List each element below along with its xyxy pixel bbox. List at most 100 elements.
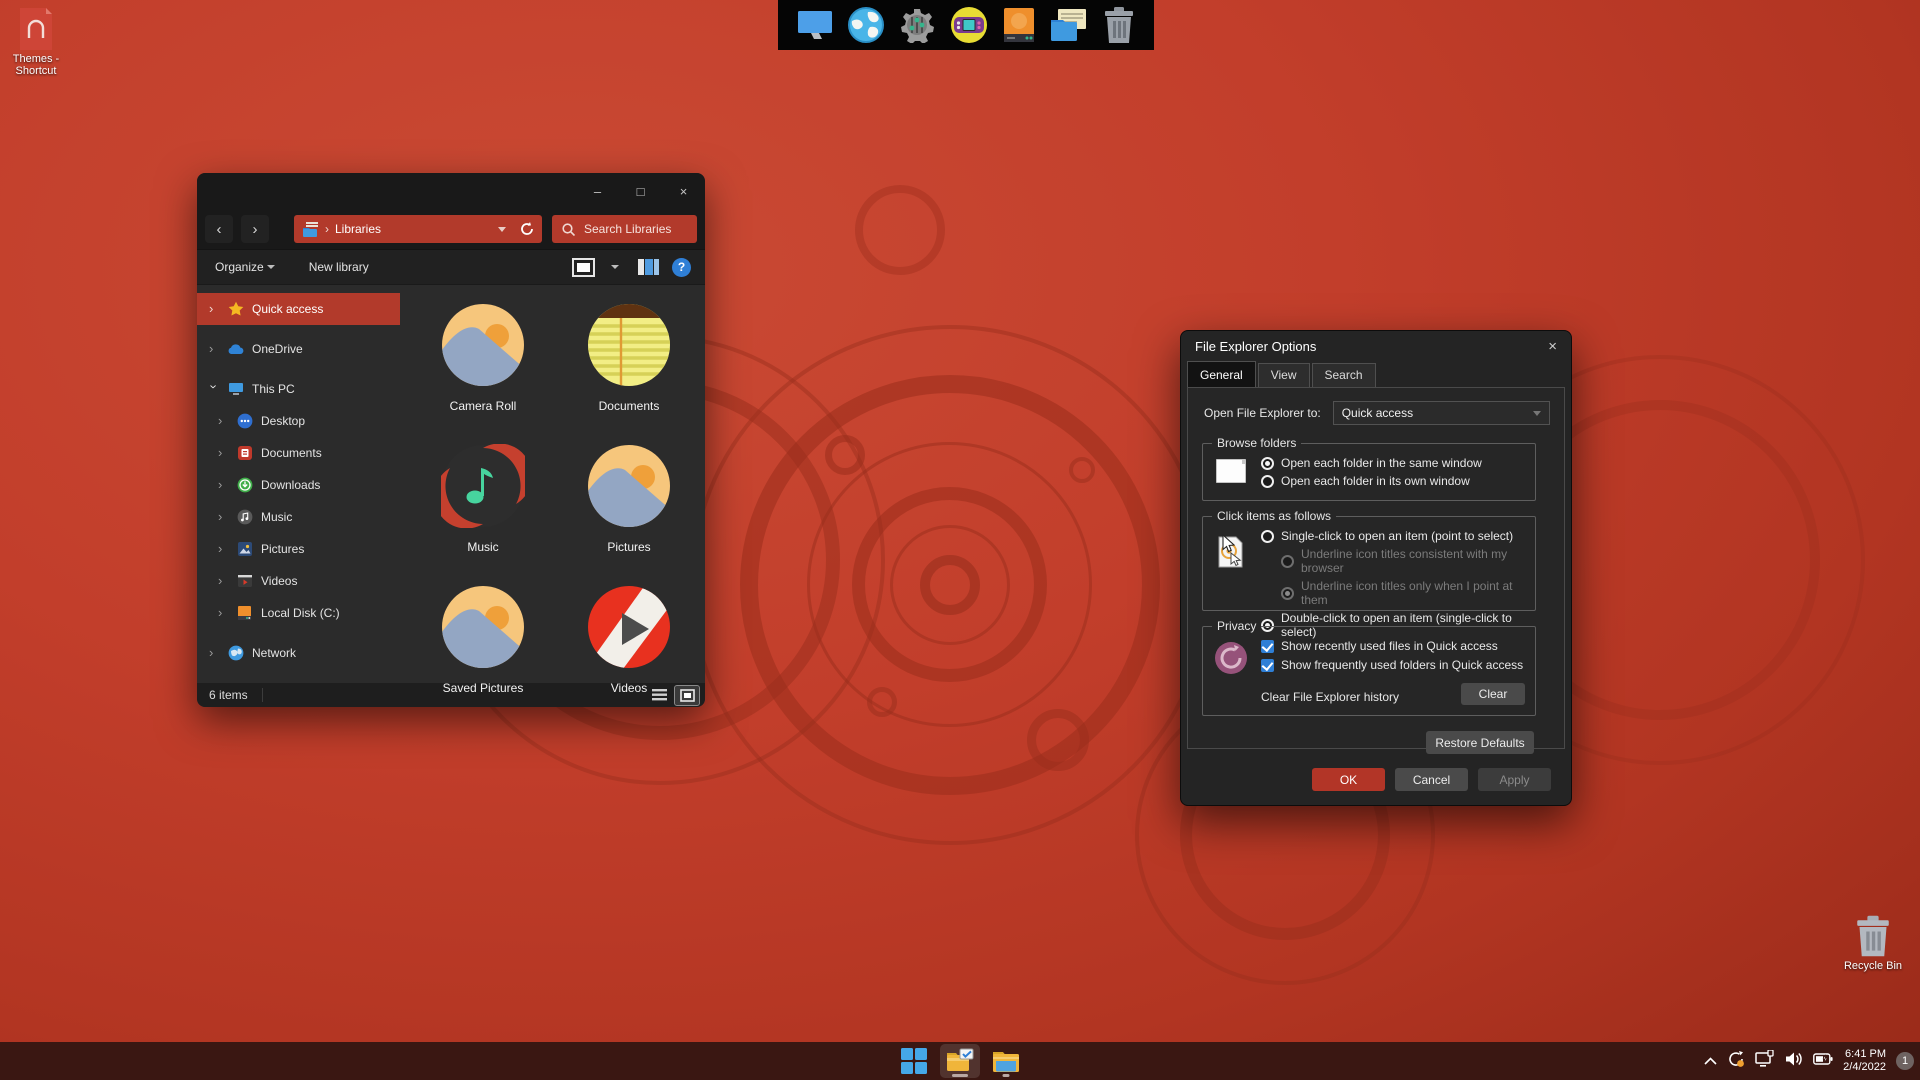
- trash-icon[interactable]: [1103, 7, 1135, 43]
- sidebar-item-music[interactable]: › Music: [197, 501, 400, 533]
- search-input[interactable]: Search Libraries: [552, 215, 697, 243]
- notification-badge[interactable]: 1: [1896, 1052, 1914, 1070]
- change-view-button[interactable]: [572, 257, 595, 277]
- folder-tile-camera-roll[interactable]: Camera Roll: [410, 303, 556, 413]
- radio-label: Open each folder in its own window: [1281, 474, 1470, 488]
- clock-time: 6:41 PM: [1845, 1048, 1886, 1060]
- radio-own-window[interactable]: Open each folder in its own window: [1261, 474, 1482, 488]
- camera-roll-icon: [441, 303, 525, 390]
- sidebar-item-label: Videos: [261, 574, 298, 588]
- forward-button[interactable]: ›: [241, 215, 269, 243]
- games-icon[interactable]: [950, 6, 988, 44]
- folder-tile-music[interactable]: Music: [410, 443, 556, 554]
- desktop-icon: [236, 413, 253, 430]
- chevron-right-icon[interactable]: ›: [218, 541, 228, 556]
- volume-icon[interactable]: [1785, 1051, 1803, 1072]
- browse-folders-group: Browse folders Open each folder in the s…: [1202, 436, 1536, 501]
- chevron-right-icon[interactable]: ›: [218, 413, 228, 428]
- cancel-button[interactable]: Cancel: [1395, 768, 1468, 791]
- desktop-recycle-bin[interactable]: Recycle Bin: [1833, 915, 1913, 972]
- chevron-right-icon[interactable]: ›: [209, 645, 219, 660]
- tab-view[interactable]: View: [1257, 363, 1310, 387]
- back-button[interactable]: ‹: [205, 215, 233, 243]
- organize-menu[interactable]: Organize: [215, 260, 275, 274]
- dialog-titlebar[interactable]: File Explorer Options ×: [1181, 331, 1571, 361]
- active-app-indicator: [952, 1074, 968, 1077]
- documents-icon: [236, 445, 253, 462]
- chevron-right-icon[interactable]: ›: [209, 301, 219, 316]
- documents-notepad-icon: [587, 303, 671, 390]
- folder-tile-videos[interactable]: Videos: [556, 585, 702, 695]
- new-library-button[interactable]: New library: [309, 260, 369, 274]
- clear-button[interactable]: Clear: [1461, 683, 1525, 705]
- display-icon[interactable]: [797, 8, 833, 42]
- chevron-right-icon[interactable]: ›: [218, 445, 228, 460]
- folder-tile-documents[interactable]: Documents: [556, 303, 702, 413]
- view-options-caret-icon[interactable]: [611, 265, 619, 269]
- sidebar-item-downloads[interactable]: › Downloads: [197, 469, 400, 501]
- sidebar-item-documents[interactable]: › Documents: [197, 437, 400, 469]
- radio-dot: [1261, 456, 1274, 470]
- checkbox-recent-files[interactable]: Show recently used files in Quick access: [1261, 639, 1523, 653]
- open-to-value: Quick access: [1341, 406, 1414, 420]
- settings-gear-icon[interactable]: [899, 7, 935, 43]
- chevron-right-icon[interactable]: ›: [218, 477, 228, 492]
- desktop-shortcut-themes[interactable]: Themes - Shortcut: [0, 8, 72, 77]
- chevron-down-icon[interactable]: ›: [207, 384, 222, 394]
- open-to-select[interactable]: Quick access: [1332, 401, 1550, 425]
- help-button[interactable]: ?: [672, 257, 691, 277]
- folder-tile-saved-pictures[interactable]: Saved Pictures: [410, 585, 556, 695]
- address-bar[interactable]: › Libraries: [294, 215, 542, 243]
- explorer-titlebar[interactable]: – □ ×: [197, 173, 705, 209]
- radio-single-click[interactable]: Single-click to open an item (point to s…: [1261, 529, 1535, 543]
- maximize-button[interactable]: □: [619, 173, 662, 209]
- chevron-right-icon[interactable]: ›: [218, 509, 228, 524]
- ok-button[interactable]: OK: [1312, 768, 1385, 791]
- address-dropdown-icon[interactable]: [498, 226, 506, 232]
- start-button[interactable]: [894, 1044, 934, 1078]
- sidebar-item-this-pc[interactable]: › This PC: [197, 373, 400, 405]
- folder-tile-pictures[interactable]: Pictures: [556, 444, 702, 554]
- hard-drive-icon[interactable]: [1003, 7, 1035, 43]
- minimize-button[interactable]: –: [576, 173, 619, 209]
- sidebar-item-videos[interactable]: › Videos: [197, 565, 400, 597]
- radio-same-window[interactable]: Open each folder in the same window: [1261, 456, 1482, 470]
- music-icon: [236, 509, 253, 526]
- sidebar-item-network[interactable]: › Network: [197, 637, 400, 669]
- sidebar-item-onedrive[interactable]: › OneDrive: [197, 333, 400, 365]
- explorer-toolbar: Organize New library ?: [197, 249, 705, 285]
- sidebar-item-desktop[interactable]: › Desktop: [197, 405, 400, 437]
- click-items-group: Click items as follows Single-click to o…: [1202, 509, 1536, 639]
- taskbar-clock[interactable]: 6:41 PM 2/4/2022: [1843, 1048, 1886, 1074]
- close-button[interactable]: ×: [662, 173, 705, 209]
- battery-icon[interactable]: [1813, 1052, 1833, 1070]
- dialog-close-icon[interactable]: ×: [1548, 338, 1557, 355]
- folder-window-icon: [1215, 458, 1247, 486]
- file-explorer-window: – □ × ‹ › › Libraries Search Libraries O…: [197, 173, 705, 707]
- sidebar-item-local-disk[interactable]: › Local Disk (C:): [197, 597, 400, 629]
- restore-defaults-button[interactable]: Restore Defaults: [1426, 731, 1534, 754]
- tab-general[interactable]: General: [1187, 361, 1256, 387]
- documents-folder-icon[interactable]: [1050, 8, 1088, 42]
- breadcrumb-libraries[interactable]: Libraries: [335, 222, 381, 236]
- taskbar-file-explorer-options[interactable]: [940, 1044, 980, 1078]
- apply-button[interactable]: Apply: [1478, 768, 1551, 791]
- taskbar-file-explorer[interactable]: [986, 1044, 1026, 1078]
- sidebar-item-pictures[interactable]: › Pictures: [197, 533, 400, 565]
- details-view-button[interactable]: [647, 686, 671, 705]
- thumbnail-view-button[interactable]: [674, 684, 700, 706]
- tab-search[interactable]: Search: [1311, 363, 1376, 387]
- chevron-right-icon[interactable]: ›: [218, 605, 228, 620]
- network-icon[interactable]: [1755, 1048, 1775, 1072]
- sidebar-item-quick-access[interactable]: › Quick access: [197, 293, 400, 325]
- update-sync-icon[interactable]: [1727, 1050, 1745, 1073]
- chevron-right-icon[interactable]: ›: [218, 573, 228, 588]
- search-icon: [562, 222, 575, 236]
- refresh-icon[interactable]: [520, 222, 534, 236]
- checkbox-label: Show recently used files in Quick access: [1281, 639, 1498, 653]
- tray-chevron-up-icon[interactable]: [1704, 1052, 1717, 1070]
- chevron-right-icon[interactable]: ›: [209, 341, 219, 356]
- preview-pane-icon[interactable]: [638, 259, 659, 275]
- checkbox-frequent-folders[interactable]: Show frequently used folders in Quick ac…: [1261, 658, 1523, 672]
- globe-icon[interactable]: [848, 7, 884, 43]
